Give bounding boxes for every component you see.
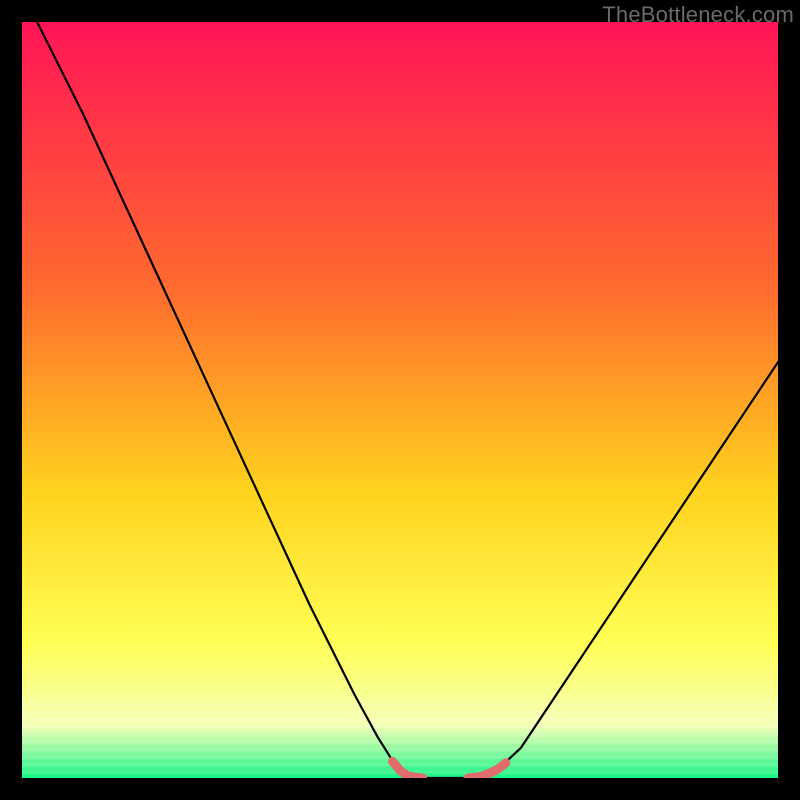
gradient-background [22,22,778,778]
band-strip [22,718,778,722]
band-strip [22,748,778,752]
band-strip [22,733,778,737]
plot-area [22,22,778,778]
band-strip [22,740,778,744]
chart-svg [22,22,778,778]
band-strip [22,702,778,706]
chart-frame: TheBottleneck.com [0,0,800,800]
band-strip [22,725,778,729]
band-strip [22,710,778,714]
watermark-text: TheBottleneck.com [602,2,794,28]
band-strip [22,755,778,759]
